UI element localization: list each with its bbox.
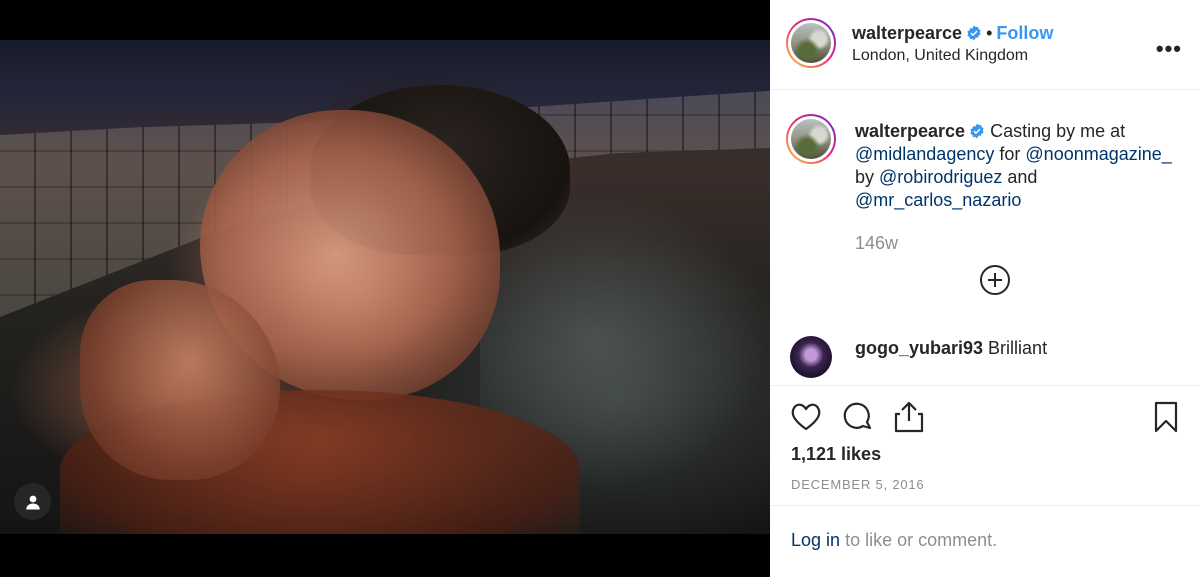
login-prompt: Log in to like or comment. xyxy=(770,505,1200,577)
login-link[interactable]: Log in xyxy=(791,530,840,550)
share-icon[interactable] xyxy=(892,400,926,434)
comment-item: gogo_yubari93 Brilliant xyxy=(790,336,1190,380)
post-panel: walterpearce • Follow London, United Kingd… xyxy=(770,0,1200,577)
load-more-comments-icon[interactable] xyxy=(979,264,1011,296)
post-location[interactable]: London, United Kingdom xyxy=(852,47,1028,65)
mention-link[interactable]: @midlandagency xyxy=(855,144,994,164)
verified-badge-icon xyxy=(970,123,984,139)
author-username[interactable]: walterpearce xyxy=(852,23,962,43)
post-photo[interactable] xyxy=(0,40,770,534)
person-icon xyxy=(25,495,40,509)
caption-fragment: Casting by me at xyxy=(990,121,1126,141)
verified-badge-icon xyxy=(967,25,981,41)
post-media xyxy=(0,0,770,577)
login-prompt-text: to like or comment. xyxy=(845,530,998,550)
caption-time-ago[interactable]: 146w xyxy=(855,233,898,254)
caption-avatar[interactable] xyxy=(786,114,836,164)
author-avatar[interactable] xyxy=(786,18,836,68)
tagged-users-button[interactable] xyxy=(14,483,51,520)
likes-count[interactable]: 1,121 likes xyxy=(791,444,881,465)
caption-username[interactable]: walterpearce xyxy=(855,121,965,141)
mention-link[interactable]: @noonmagazine_ xyxy=(1025,144,1171,164)
mention-link[interactable]: @mr_carlos_nazario xyxy=(855,190,1021,210)
caption-text: walterpearce Casting by me at @midlandag… xyxy=(855,120,1185,212)
comment-bubble-icon[interactable] xyxy=(841,400,875,434)
follow-button[interactable]: Follow xyxy=(996,23,1053,43)
post-date[interactable]: DECEMBER 5, 2016 xyxy=(791,477,924,492)
comment-text: Brilliant xyxy=(988,338,1048,358)
commenter-username[interactable]: gogo_yubari93 xyxy=(855,338,983,358)
heart-icon[interactable] xyxy=(789,400,823,434)
caption-fragment: for xyxy=(999,144,1021,164)
mention-link[interactable]: @robirodriguez xyxy=(879,167,1002,187)
bookmark-icon[interactable] xyxy=(1149,400,1183,434)
post-header: walterpearce • Follow London, United Kingd… xyxy=(770,0,1200,90)
more-options-icon[interactable]: ••• xyxy=(1156,36,1182,62)
separator-dot: • xyxy=(986,23,993,43)
caption-fragment: and xyxy=(1007,167,1038,187)
action-bar: 1,121 likes DECEMBER 5, 2016 xyxy=(770,385,1200,505)
commenter-avatar[interactable] xyxy=(790,336,832,378)
caption-fragment: by xyxy=(855,167,875,187)
